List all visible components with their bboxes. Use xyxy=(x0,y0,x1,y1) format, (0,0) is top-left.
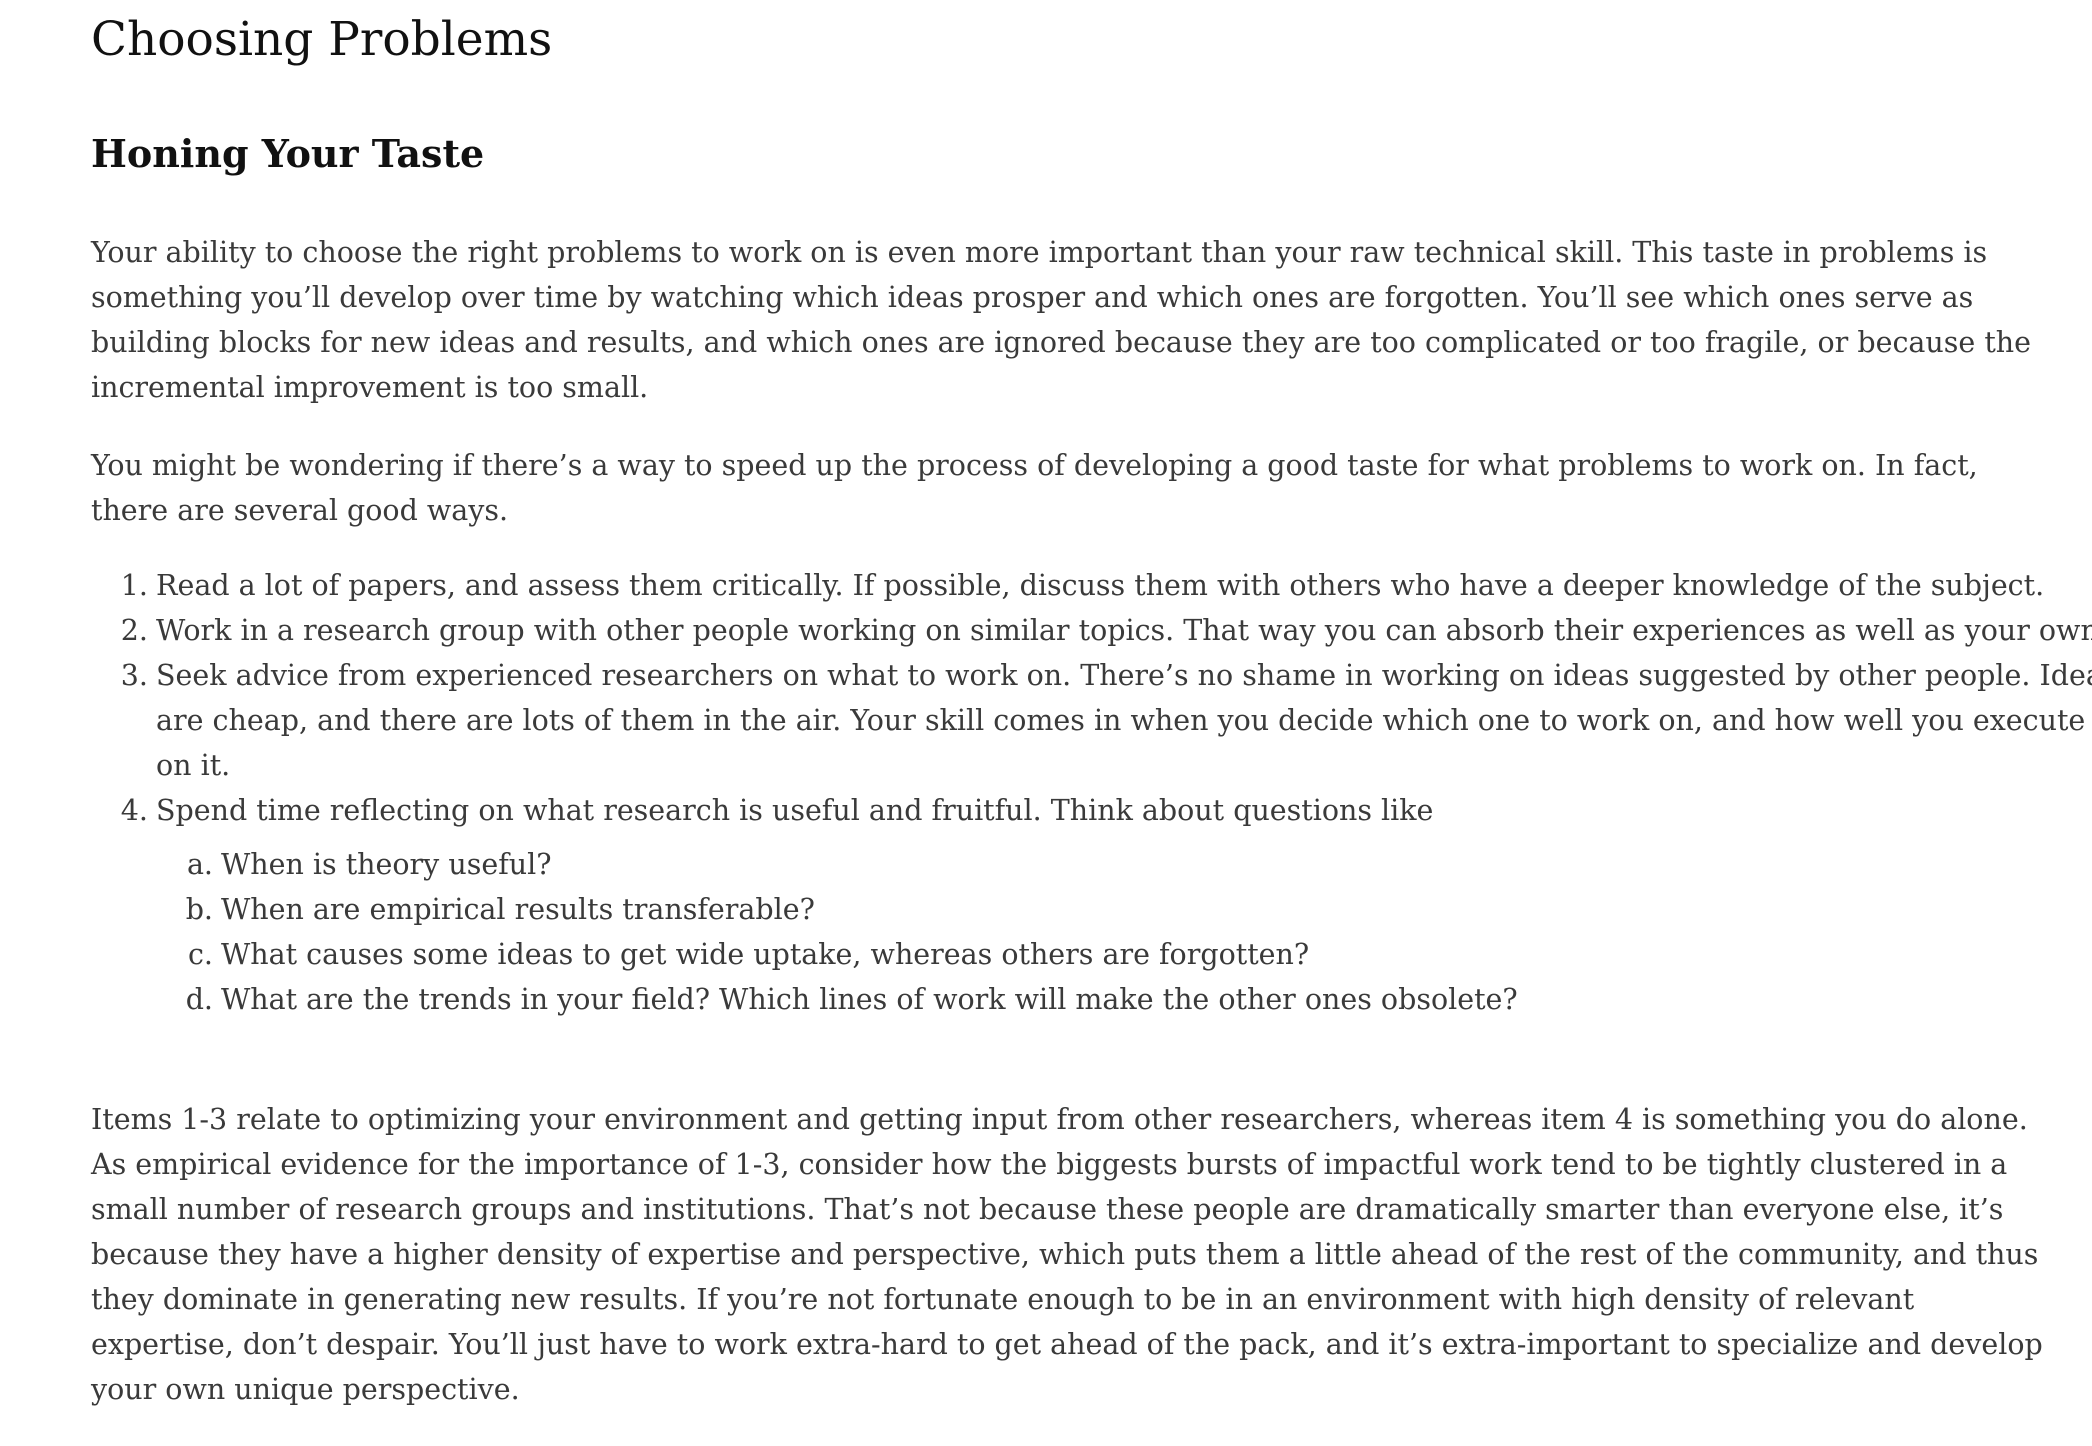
list-item: 1. Read a lot of papers, and assess them… xyxy=(121,563,2092,608)
list-item-text: Seek advice from experienced researchers… xyxy=(156,659,2092,782)
sublist-item-text: When are empirical results transferable? xyxy=(221,893,815,926)
paragraph-taste-intro: Your ability to choose the right problem… xyxy=(91,236,2031,404)
numbered-list: 1. Read a lot of papers, and assess them… xyxy=(91,563,2092,1022)
list-marker: 2. xyxy=(120,614,148,647)
list-marker: 1. xyxy=(120,569,148,602)
sublist-marker: d. xyxy=(185,983,213,1016)
sublist-item-text: What causes some ideas to get wide uptak… xyxy=(221,938,1310,971)
list-item-text: Spend time reflecting on what research i… xyxy=(156,794,1434,827)
sublist-item-text: When is theory useful? xyxy=(221,848,552,881)
lettered-sublist: a. When is theory useful? b. When are em… xyxy=(156,842,2092,1022)
sublist-marker: b. xyxy=(185,893,213,926)
sublist-item-text: What are the trends in your field? Which… xyxy=(221,983,1518,1016)
sublist-item: d. What are the trends in your field? Wh… xyxy=(186,977,2092,1022)
sublist-marker: a. xyxy=(186,848,213,881)
sublist-item: a. When is theory useful? xyxy=(187,842,2092,887)
list-item-text: Work in a research group with other peop… xyxy=(156,614,2092,647)
list-marker: 3. xyxy=(120,659,148,692)
paragraph-speed-up: You might be wondering if there’s a way … xyxy=(91,449,1978,527)
sublist-item: c. What causes some ideas to get wide up… xyxy=(188,932,2092,977)
list-item: 4. Spend time reflecting on what researc… xyxy=(121,788,2092,1022)
list-item-text: Read a lot of papers, and assess them cr… xyxy=(156,569,2045,602)
sublist-item: b. When are empirical results transferab… xyxy=(186,887,2092,932)
page-title: Choosing Problems xyxy=(91,12,553,67)
list-item: 3. Seek advice from experienced research… xyxy=(121,653,2092,788)
sublist-marker: c. xyxy=(187,938,213,971)
section-title: Honing Your Taste xyxy=(91,131,485,176)
list-item: 2. Work in a research group with other p… xyxy=(121,608,2092,653)
list-marker: 4. xyxy=(120,794,148,827)
paragraph-environment: Items 1-3 relate to optimizing your envi… xyxy=(91,1103,2043,1406)
